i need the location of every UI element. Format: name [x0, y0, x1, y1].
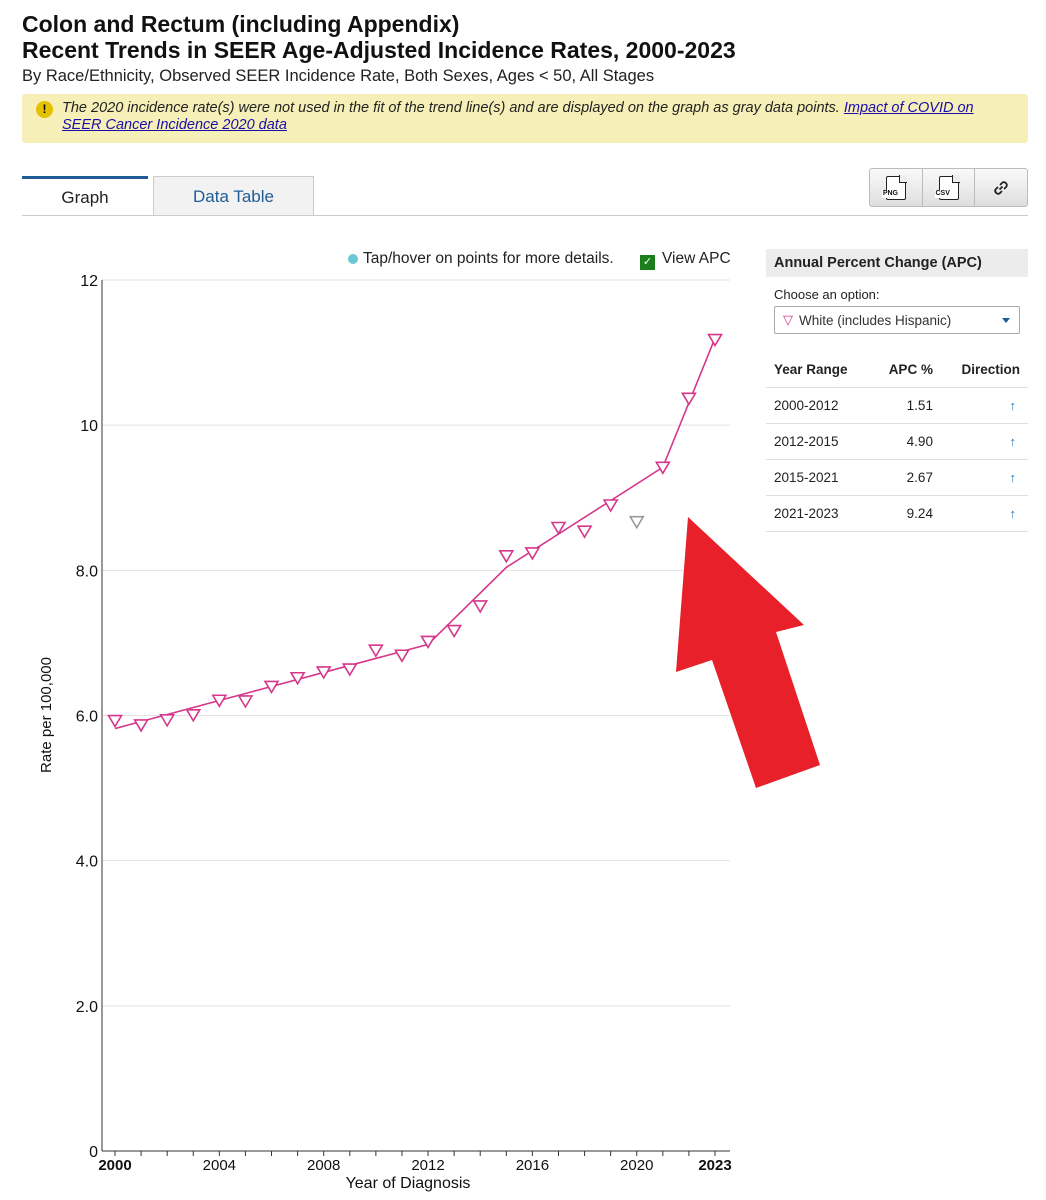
data-point: [446, 624, 463, 639]
arrow-up-icon: ↑: [940, 387, 1028, 424]
data-point: [394, 649, 410, 663]
apc-selected-value: White (includes Hispanic): [799, 312, 952, 328]
chevron-down-icon: [1002, 318, 1010, 323]
triangle-down-icon: ▽: [783, 312, 793, 327]
png-file-icon: PNG: [881, 174, 907, 200]
y-axis-label: Rate per 100,000: [38, 657, 55, 773]
y-tick-label: 0: [89, 1144, 98, 1161]
apc-value: 1.51: [870, 387, 941, 424]
annotation-arrow-icon: [676, 517, 820, 788]
trend-line-group: [114, 337, 716, 730]
data-point: [341, 663, 358, 677]
apc-value: 9.24: [870, 495, 941, 532]
data-point: [576, 525, 593, 539]
col-apc: APC %: [870, 352, 941, 388]
arrow-up-icon: ↑: [940, 495, 1028, 532]
data-point-excluded: [628, 515, 645, 530]
download-csv-button[interactable]: CSV: [923, 169, 976, 206]
arrow-up-icon: ↑: [940, 423, 1028, 460]
apc-panel: Annual Percent Change (APC) Choose an op…: [766, 249, 1028, 532]
table-row: 2000-2012 1.51 ↑: [766, 387, 1028, 424]
x-tick-label: 2000: [98, 1157, 131, 1174]
apc-range: 2015-2021: [766, 459, 871, 496]
download-png-button[interactable]: PNG: [870, 169, 923, 206]
y-tick-label: 10: [80, 418, 98, 435]
data-point: [707, 333, 723, 348]
x-tick-label: 2008: [307, 1157, 340, 1174]
apc-choose-label: Choose an option:: [774, 287, 880, 302]
col-direction: Direction: [940, 352, 1028, 388]
incidence-trend-chart: 0 2.0 4.0 6.0 8.0 10 12 2000 2004 2008 2012 2016 202…: [38, 273, 732, 1192]
data-point: [159, 714, 176, 728]
apc-value: 2.67: [870, 459, 941, 496]
data-point: [472, 600, 489, 614]
x-tick-label: 2004: [203, 1157, 236, 1174]
data-points-group: [107, 333, 723, 733]
copy-link-button[interactable]: [975, 169, 1027, 206]
trend-line: [114, 337, 716, 730]
apc-panel-title: Annual Percent Change (APC): [766, 249, 1028, 277]
apc-table: Year Range APC % Direction 2000-2012 1.5…: [766, 352, 1028, 532]
table-row: 2021-2023 9.24 ↑: [766, 495, 1028, 532]
data-point: [681, 392, 697, 406]
x-tick-label: 2016: [516, 1157, 549, 1174]
y-tick-label: 2.0: [76, 999, 98, 1016]
apc-range: 2012-2015: [766, 423, 871, 460]
y-tick-label: 8.0: [76, 563, 98, 580]
apc-table-header: Year Range APC % Direction: [766, 352, 1028, 388]
apc-value: 4.90: [870, 423, 941, 460]
y-tick-label: 6.0: [76, 709, 98, 726]
data-point: [133, 719, 149, 733]
arrow-up-icon: ↑: [940, 459, 1028, 496]
data-point: [654, 461, 671, 475]
apc-range: 2000-2012: [766, 387, 871, 424]
y-tick-label: 12: [80, 273, 98, 290]
axes: 0 2.0 4.0 6.0 8.0 10 12 2000 2004 2008 2012 2016 202…: [76, 273, 732, 1174]
table-row: 2012-2015 4.90 ↑: [766, 423, 1028, 460]
data-point: [602, 499, 619, 513]
y-tick-label: 4.0: [76, 854, 98, 871]
col-year-range: Year Range: [766, 352, 871, 388]
x-tick-label: 2020: [620, 1157, 653, 1174]
data-point: [211, 694, 228, 708]
apc-range: 2021-2023: [766, 495, 871, 532]
data-point: [498, 550, 515, 564]
link-icon: [994, 180, 1008, 195]
apc-series-select[interactable]: ▽ White (includes Hispanic): [774, 306, 1020, 334]
x-tick-label: 2012: [411, 1157, 444, 1174]
data-point: [237, 695, 254, 709]
table-row: 2015-2021 2.67 ↑: [766, 459, 1028, 496]
data-point: [315, 666, 332, 680]
x-axis-label: Year of Diagnosis: [346, 1175, 471, 1192]
data-point: [107, 714, 123, 729]
data-point: [367, 644, 384, 658]
csv-file-icon: CSV: [934, 174, 960, 200]
x-tick-label: 2023: [698, 1157, 731, 1174]
export-toolbar: PNG CSV: [869, 168, 1028, 207]
grid-lines: [102, 279, 730, 1007]
